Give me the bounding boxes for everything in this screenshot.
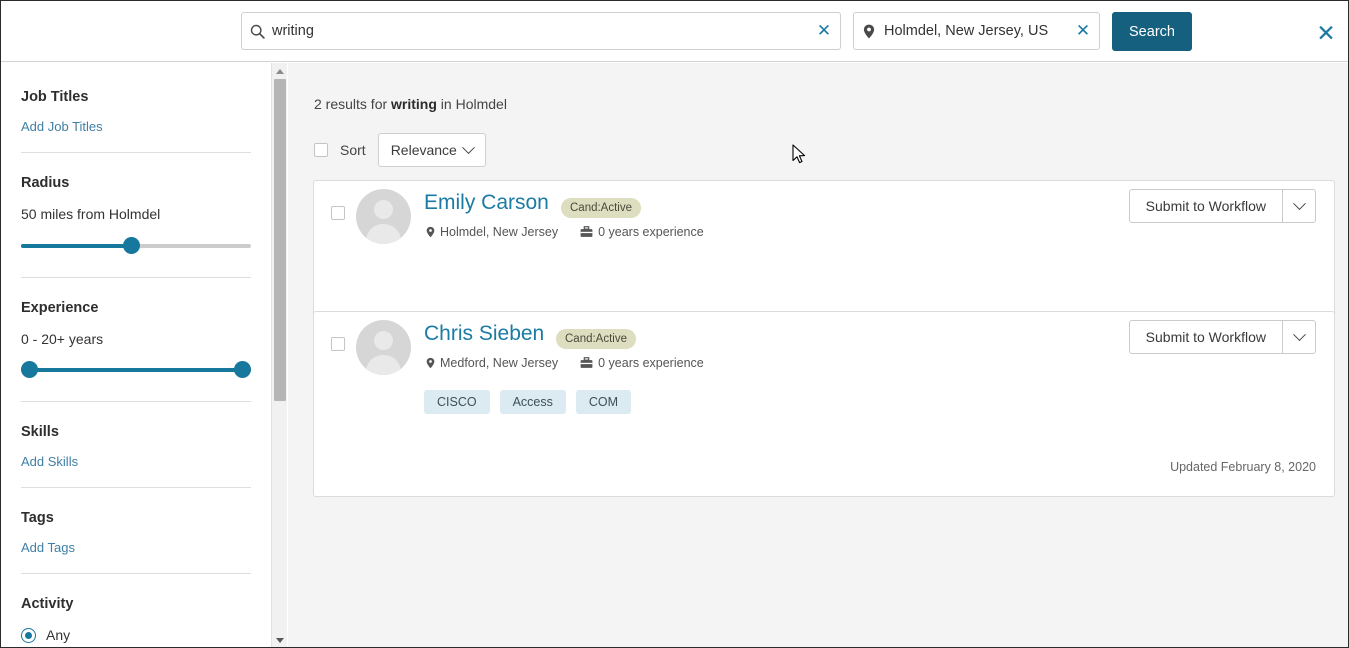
status-badge: Cand:Active: [561, 198, 642, 218]
candidate-location: Medford, New Jersey: [426, 356, 558, 370]
sort-label: Sort: [340, 142, 366, 158]
filters-sidebar: Job Titles Add Job Titles Radius 50 mile…: [1, 63, 271, 647]
slider-fill: [21, 244, 132, 248]
workflow-dropdown-toggle[interactable]: [1282, 321, 1315, 353]
search-icon: [242, 24, 272, 39]
add-job-titles-link[interactable]: Add Job Titles: [21, 119, 251, 134]
scrollbar-thumb[interactable]: [274, 79, 286, 401]
facet-radius: Radius 50 miles from Holmdel: [1, 153, 271, 222]
skill-tag[interactable]: Access: [499, 390, 566, 414]
results-panel: 2 results for writing in Holmdel Sort Re…: [288, 63, 1348, 647]
radio-icon-any[interactable]: [21, 627, 36, 643]
skill-tag[interactable]: COM: [575, 390, 632, 414]
submit-to-workflow-button-group[interactable]: Submit to Workflow: [1128, 320, 1316, 354]
chevron-down-icon: [461, 140, 475, 154]
select-all-checkbox[interactable]: [314, 143, 328, 157]
scroll-up-icon[interactable]: [272, 63, 288, 79]
activity-option-any[interactable]: Any: [1, 623, 271, 647]
sidebar-scrollbar[interactable]: [271, 63, 288, 647]
candidate-location: Holmdel, New Jersey: [426, 225, 558, 239]
clear-location-icon[interactable]: ✕: [1067, 21, 1099, 41]
location-search-input[interactable]: Holmdel, New Jersey, US: [884, 24, 1067, 39]
skill-tag-list: CISCO Access COM: [424, 390, 632, 414]
header-bar: writing ✕ Holmdel, New Jersey, US ✕ Sear…: [1, 1, 1348, 62]
experience-slider[interactable]: [21, 361, 251, 379]
candidate-meta: Medford, New Jersey 0 years experience: [426, 356, 704, 370]
result-card[interactable]: Chris Sieben Cand:Active Medford, New Je…: [313, 311, 1335, 497]
updated-timestamp: Updated February 8, 2020: [1170, 460, 1316, 474]
radius-slider-handle[interactable]: [123, 237, 141, 254]
results-count-prefix: 2 results for: [314, 96, 392, 112]
facet-title: Experience: [21, 300, 99, 316]
candidate-experience-text: 0 years experience: [598, 356, 704, 370]
chevron-down-icon: [1292, 196, 1306, 210]
briefcase-icon: [580, 357, 593, 369]
avatar: [356, 320, 411, 375]
facet-title: Activity: [21, 596, 74, 612]
chevron-down-icon: [1292, 327, 1306, 341]
radius-slider[interactable]: [21, 237, 251, 255]
sort-row: Sort Relevance: [314, 133, 486, 167]
results-count-suffix: in Holmdel: [436, 96, 507, 112]
candidate-name-link[interactable]: Emily Carson: [424, 191, 549, 215]
experience-value: 0 - 20+ years: [21, 331, 104, 347]
sort-dropdown-value: Relevance: [390, 142, 457, 158]
submit-to-workflow-button[interactable]: Submit to Workflow: [1130, 321, 1282, 353]
submit-to-workflow-button[interactable]: Submit to Workflow: [1130, 190, 1282, 222]
candidate-location-text: Holmdel, New Jersey: [440, 225, 559, 239]
slider-fill: [21, 368, 251, 372]
radius-value: 50 miles from Holmdel: [21, 206, 161, 222]
skill-tag[interactable]: CISCO: [424, 390, 490, 414]
briefcase-icon: [580, 226, 593, 238]
search-window: writing ✕ Holmdel, New Jersey, US ✕ Sear…: [0, 0, 1349, 648]
close-icon[interactable]: ✕: [1309, 19, 1343, 47]
facet-title: Job Titles: [21, 89, 89, 105]
keyword-search-input[interactable]: writing: [272, 24, 808, 39]
location-pin-icon: [426, 357, 435, 369]
candidate-meta: Holmdel, New Jersey 0 years experience: [426, 225, 704, 239]
scroll-down-icon[interactable]: [272, 632, 288, 647]
search-button[interactable]: Search: [1112, 12, 1192, 51]
facet-title: Tags: [21, 510, 54, 526]
facet-tags: Tags Add Tags: [1, 488, 271, 555]
facet-skills: Skills Add Skills: [1, 402, 271, 469]
location-search-box[interactable]: Holmdel, New Jersey, US ✕: [853, 12, 1100, 50]
candidate-experience: 0 years experience: [580, 225, 704, 239]
result-select-checkbox[interactable]: [331, 337, 345, 351]
status-badge: Cand:Active: [556, 329, 637, 349]
add-tags-link[interactable]: Add Tags: [21, 540, 251, 555]
experience-slider-handle-min[interactable]: [21, 361, 38, 378]
facet-job-titles: Job Titles Add Job Titles: [1, 63, 271, 134]
candidate-experience-text: 0 years experience: [598, 225, 704, 239]
location-pin-icon: [426, 226, 435, 238]
add-skills-link[interactable]: Add Skills: [21, 454, 251, 469]
submit-to-workflow-button-group[interactable]: Submit to Workflow: [1128, 189, 1316, 223]
location-pin-icon: [854, 24, 884, 39]
avatar: [356, 189, 411, 244]
activity-option-label: Any: [46, 627, 71, 643]
keyword-search-box[interactable]: writing ✕: [241, 12, 841, 50]
experience-slider-handle-max[interactable]: [234, 361, 251, 378]
results-keyword: writing: [391, 96, 437, 112]
candidate-location-text: Medford, New Jersey: [440, 356, 559, 370]
facet-activity: Activity: [1, 574, 271, 612]
facet-title: Skills: [21, 424, 59, 440]
facet-title: Radius: [21, 175, 70, 191]
facet-experience: Experience 0 - 20+ years: [1, 278, 271, 347]
candidate-name-link[interactable]: Chris Sieben: [424, 322, 544, 346]
candidate-experience: 0 years experience: [580, 356, 704, 370]
sort-dropdown[interactable]: Relevance: [377, 133, 486, 167]
clear-keyword-icon[interactable]: ✕: [808, 21, 840, 41]
workflow-dropdown-toggle[interactable]: [1282, 190, 1315, 222]
results-summary: 2 results for writing in Holmdel: [314, 96, 507, 112]
result-select-checkbox[interactable]: [331, 206, 345, 220]
